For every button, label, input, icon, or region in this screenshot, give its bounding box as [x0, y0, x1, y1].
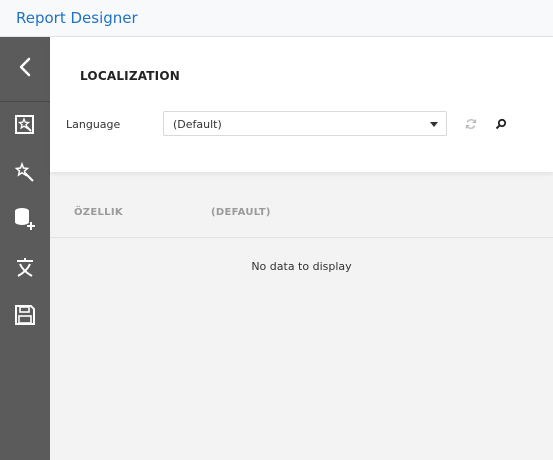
panel-title: LOCALIZATION [80, 69, 180, 83]
search-button[interactable] [492, 115, 510, 133]
save-icon [14, 304, 36, 330]
sidebar-item-report-wizard[interactable] [0, 109, 50, 145]
back-button[interactable] [0, 37, 50, 102]
sidebar-item-wizard[interactable] [0, 157, 50, 193]
search-icon [495, 115, 507, 134]
chevron-left-icon [18, 57, 32, 81]
sidebar-item-add-data-source[interactable] [0, 203, 50, 239]
sidebar-item-localization[interactable] [0, 251, 50, 287]
column-header-property[interactable]: ÖZELLIK [74, 207, 123, 218]
sidebar-item-save[interactable] [0, 299, 50, 335]
localization-icon [14, 256, 36, 282]
empty-message: No data to display [251, 260, 352, 273]
add-data-source-icon [13, 206, 37, 236]
title-bar: Report Designer [0, 0, 553, 37]
column-header-default[interactable]: (DEFAULT) [211, 207, 271, 218]
app-title: Report Designer [16, 9, 138, 27]
refresh-icon [465, 115, 477, 134]
language-dropdown[interactable]: (Default) [163, 111, 447, 136]
language-label: Language [66, 118, 121, 131]
magic-wand-icon [14, 161, 36, 188]
grid-header: ÖZELLIK (DEFAULT) [50, 195, 553, 238]
language-value: (Default) [173, 118, 222, 131]
report-wizard-icon [14, 114, 36, 140]
localization-panel: LOCALIZATION Language (Default) [50, 37, 553, 172]
refresh-button[interactable] [462, 115, 480, 133]
chevron-down-icon [430, 122, 438, 127]
sidebar [0, 37, 50, 460]
